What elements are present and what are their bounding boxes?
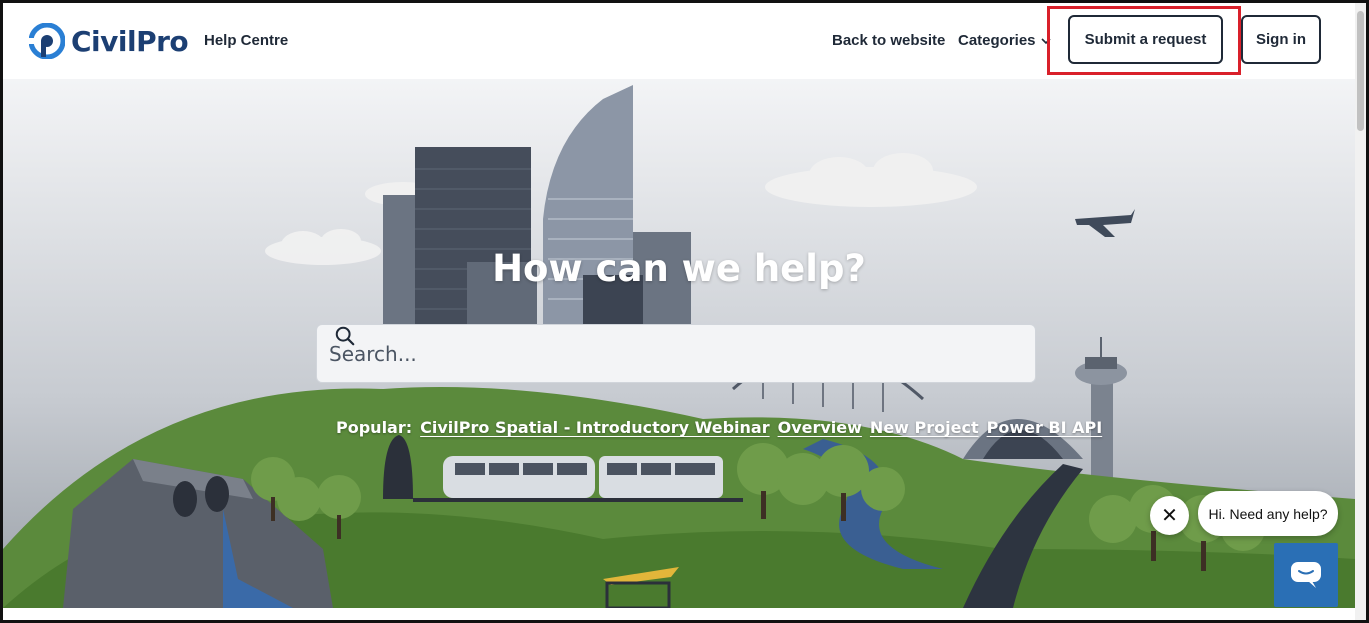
hero-title: How can we help? xyxy=(492,247,866,290)
chat-greeting-bubble[interactable]: Hi. Need any help? xyxy=(1198,491,1338,536)
back-to-website-link[interactable]: Back to website xyxy=(832,32,945,49)
highlight-box xyxy=(1047,6,1241,75)
popular-link-overview[interactable]: Overview xyxy=(778,418,862,437)
search-input[interactable] xyxy=(329,341,969,366)
popular-link-new-project[interactable]: New Project xyxy=(870,418,979,437)
categories-label: Categories xyxy=(958,32,1036,49)
popular-link-power-bi-api[interactable]: Power BI API xyxy=(987,418,1103,437)
chat-greeting-text: Hi. Need any help? xyxy=(1208,505,1328,522)
close-chat-prompt-button[interactable]: ✕ xyxy=(1150,496,1189,535)
scrollbar-thumb[interactable] xyxy=(1357,11,1364,131)
chat-icon xyxy=(1291,562,1321,588)
logo-text-pro: Pro xyxy=(136,24,189,58)
categories-dropdown[interactable]: Categories xyxy=(958,32,1052,49)
search-icon xyxy=(335,326,355,346)
hero-banner: How can we help? Popular: CivilPro Spati… xyxy=(3,79,1355,608)
page-bottom-strip xyxy=(3,608,1355,620)
close-icon: ✕ xyxy=(1161,505,1178,527)
logo-text-civil: Civil xyxy=(71,24,137,58)
vertical-scrollbar[interactable] xyxy=(1355,3,1366,620)
civilpro-logo-icon xyxy=(29,23,65,59)
civilpro-logo[interactable]: CivilPro xyxy=(29,21,189,61)
popular-links: Popular: CivilPro Spatial - Introductory… xyxy=(336,418,1102,437)
sign-in-button[interactable]: Sign in xyxy=(1241,15,1321,64)
logo-text: CivilPro xyxy=(71,24,189,58)
chat-launcher-button[interactable] xyxy=(1274,543,1338,607)
help-centre-label: Help Centre xyxy=(204,32,289,49)
popular-label: Popular: xyxy=(336,418,413,437)
popular-link-webinar[interactable]: CivilPro Spatial - Introductory Webinar xyxy=(420,418,769,437)
search-box[interactable] xyxy=(316,324,1036,383)
